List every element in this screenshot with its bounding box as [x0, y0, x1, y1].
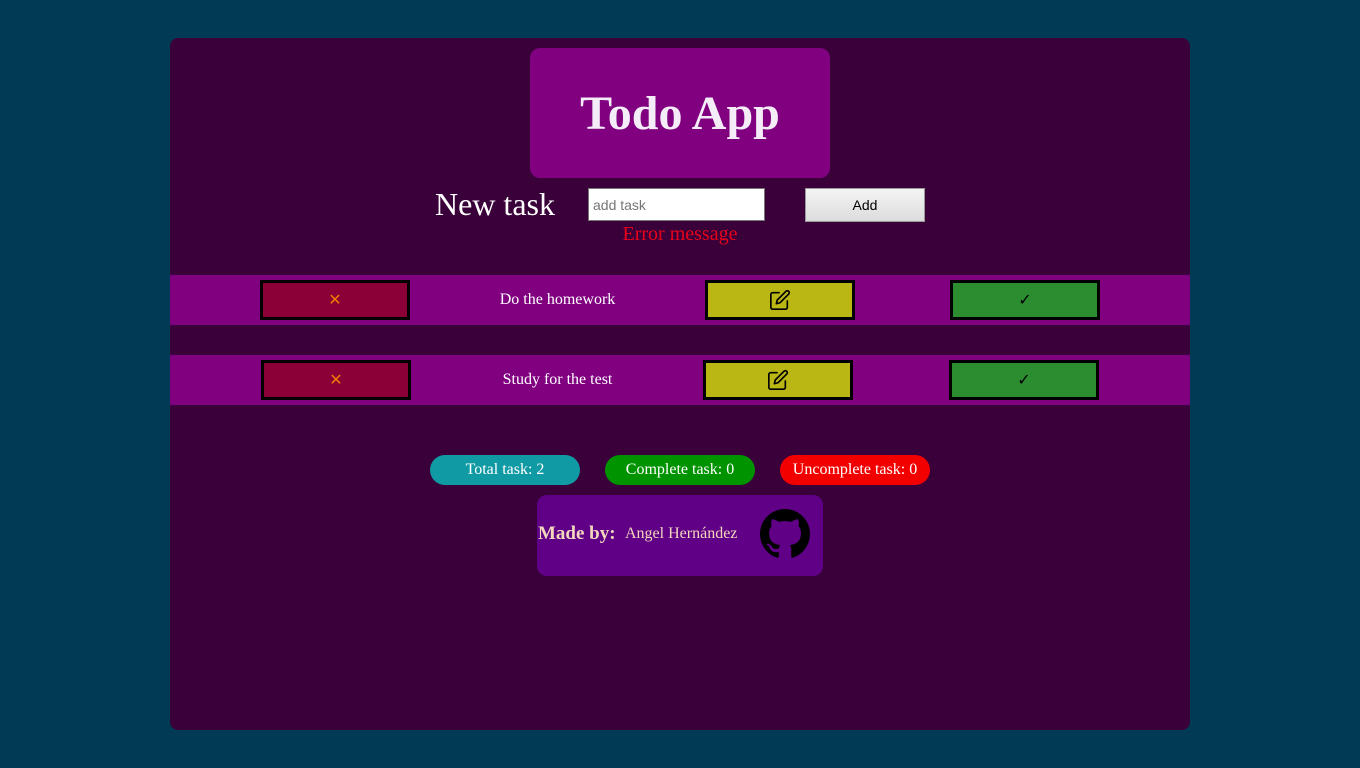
checkmark-icon: ✓	[1017, 370, 1031, 389]
task-text: Study for the test	[502, 371, 613, 388]
complete-task-button[interactable]: ✓	[949, 360, 1099, 400]
error-message: Error message	[622, 223, 738, 245]
pencil-square-icon	[770, 289, 791, 310]
task-text: Do the homework	[499, 291, 616, 308]
checkmark-icon: ✓	[1018, 290, 1032, 309]
complete-task-badge: Complete task: 0	[605, 455, 755, 485]
edit-task-button[interactable]	[703, 360, 853, 400]
page-title: Todo App	[580, 86, 780, 140]
total-task-badge: Total task: 2	[430, 455, 580, 485]
github-link[interactable]	[760, 509, 810, 559]
delete-task-button[interactable]: ✕	[260, 280, 410, 320]
x-icon: ✕	[329, 370, 343, 389]
pencil-square-icon	[768, 369, 789, 390]
task-row: ✕ Do the homework ✓	[170, 275, 1190, 325]
github-icon	[760, 509, 810, 558]
edit-task-button[interactable]	[705, 280, 855, 320]
delete-task-button[interactable]: ✕	[261, 360, 411, 400]
author-name: Angel Hernández	[625, 525, 738, 542]
new-task-label: New task	[435, 186, 555, 222]
made-by-label: Made by:	[538, 523, 616, 544]
todo-app-container: Todo App New task Add Error message ✕ Do…	[170, 38, 1190, 730]
footer-credits: Made by: Angel Hernández	[537, 495, 823, 576]
x-icon: ✕	[328, 290, 342, 309]
add-task-input[interactable]	[588, 188, 765, 221]
uncomplete-task-badge: Uncomplete task: 0	[780, 455, 930, 485]
task-row: ✕ Study for the test ✓	[170, 355, 1190, 405]
complete-task-button[interactable]: ✓	[950, 280, 1100, 320]
title-banner: Todo App	[530, 48, 830, 178]
add-button[interactable]: Add	[805, 188, 925, 222]
